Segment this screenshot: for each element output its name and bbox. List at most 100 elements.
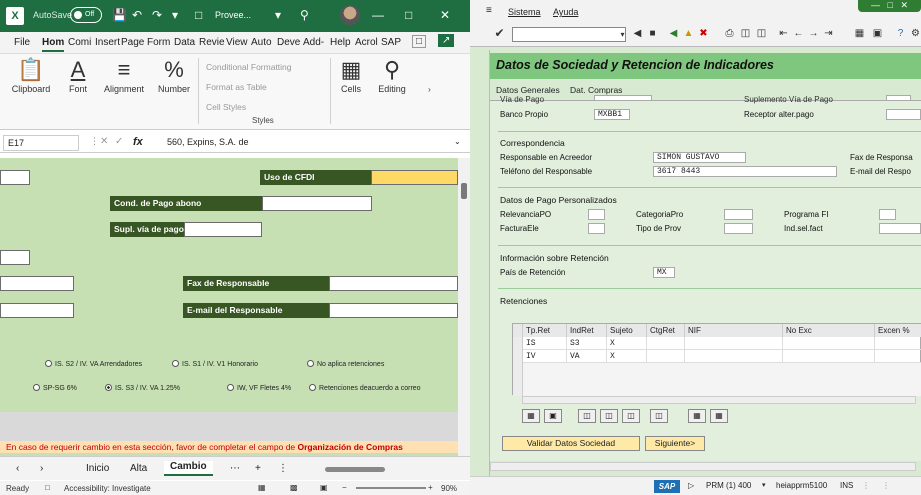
programa-fi-input[interactable] — [879, 209, 896, 220]
col-header[interactable]: Sujeto — [607, 324, 647, 337]
menu-ayuda[interactable]: Ayuda — [553, 7, 578, 17]
table-delete-row-icon[interactable]: ▣ — [544, 409, 562, 423]
table-cell[interactable] — [647, 350, 685, 363]
tipo-prov-input[interactable] — [724, 223, 753, 234]
table-cell[interactable]: S3 — [567, 337, 607, 350]
maximize-icon[interactable]: □ — [405, 8, 412, 22]
format-as-table-button[interactable]: Format as Table — [206, 82, 267, 92]
radio-iw-vf[interactable]: IW, VF Fletes 4% — [227, 384, 291, 392]
receptor-input[interactable] — [886, 109, 921, 120]
sheets-menu-icon[interactable]: ⋮ — [278, 463, 288, 474]
radio-is-s3-iv-va[interactable]: IS. S3 / IV. VA 1.25% — [105, 384, 180, 392]
minimize-icon[interactable]: — — [871, 0, 880, 10]
cell-input[interactable] — [0, 276, 74, 291]
table-copy-icon[interactable]: ◫ — [578, 409, 596, 423]
retenciones-table[interactable]: Tp.Ret IndRet Sujeto CtgRet NIF No Exc E… — [512, 323, 921, 396]
avatar[interactable] — [340, 5, 360, 25]
table-paste-icon[interactable]: ◫ — [600, 409, 618, 423]
zoom-slider[interactable] — [356, 487, 426, 489]
input-mode-status[interactable]: INS — [840, 481, 853, 490]
validar-datos-button[interactable]: Validar Datos Sociedad — [502, 436, 640, 451]
horizontal-scrollbar[interactable] — [325, 467, 385, 472]
relevancia-po-input[interactable] — [588, 209, 605, 220]
col-header[interactable]: Tp.Ret — [523, 324, 567, 337]
resp-acreedor-input[interactable]: SIMON GUSTAVO — [653, 152, 746, 163]
clipboard-group[interactable]: 📋 Clipboard — [8, 56, 54, 94]
page-break-icon[interactable]: ▣ — [320, 483, 328, 492]
tab-add-ins[interactable]: Add- — [303, 37, 324, 48]
save-icon[interactable]: 💾 — [112, 8, 127, 22]
siguiente-button[interactable]: Siguiente> — [645, 436, 705, 451]
sheet-tab-alta[interactable]: Alta — [130, 463, 147, 474]
quick-access-more-icon[interactable]: ▾ — [172, 8, 178, 22]
editing-group[interactable]: ⚲ Editing — [374, 56, 410, 94]
save-icon[interactable]: ■ — [647, 28, 658, 39]
table-horizontal-scrollbar[interactable] — [522, 396, 916, 404]
expand-formula-icon[interactable]: ⌄ — [454, 137, 461, 146]
table-cell[interactable]: IS — [523, 337, 567, 350]
radio-no-aplica[interactable]: No aplica retenciones — [307, 360, 384, 368]
prev-page-icon[interactable]: ← — [793, 28, 804, 39]
table-cell[interactable]: VA — [567, 350, 607, 363]
row-selector-header[interactable] — [513, 324, 523, 337]
chevron-down-icon[interactable]: ▾ — [617, 29, 628, 40]
table-insert-row-icon[interactable]: ▦ — [522, 409, 540, 423]
col-header[interactable]: Excen % — [875, 324, 921, 337]
close-icon[interactable]: ✕ — [900, 0, 908, 10]
name-box[interactable]: E17 — [3, 135, 79, 151]
telefono-input[interactable]: 3617 8443 — [653, 166, 837, 177]
play-icon[interactable]: ▷ — [688, 481, 694, 490]
table-cell[interactable] — [783, 350, 875, 363]
screen-horizontal-scrollbar[interactable] — [490, 462, 916, 471]
tab-automate[interactable]: Auto — [251, 37, 272, 48]
cancel-icon[interactable]: ✕ — [100, 136, 108, 147]
tab-review[interactable]: Revie — [199, 37, 225, 48]
ind-sel-fact-input[interactable] — [879, 223, 921, 234]
insert-function-icon[interactable]: fx — [133, 136, 143, 148]
cond-pago-input[interactable] — [262, 196, 372, 211]
supl-via-pago-input[interactable] — [886, 95, 911, 101]
back-arrow-icon[interactable]: ◀ — [632, 28, 643, 39]
close-icon[interactable]: ✕ — [440, 8, 450, 22]
last-page-icon[interactable]: ⇥ — [823, 28, 834, 39]
table-cell[interactable]: IV — [523, 350, 567, 363]
command-field[interactable] — [512, 27, 626, 42]
tab-developer[interactable]: Deve — [277, 37, 300, 48]
normal-view-icon[interactable]: ▦ — [258, 483, 266, 492]
col-header[interactable]: CtgRet — [647, 324, 685, 337]
first-page-icon[interactable]: ⇤ — [778, 28, 789, 39]
chevron-down-icon[interactable]: ▾ — [275, 8, 281, 22]
minimize-icon[interactable]: — — [372, 8, 384, 22]
table-select-icon[interactable]: ◫ — [622, 409, 640, 423]
ribbon-scroll-right-icon[interactable]: › — [428, 84, 431, 94]
table-cell[interactable] — [685, 350, 783, 363]
number-group[interactable]: % Number — [155, 56, 193, 94]
zoom-level[interactable]: 90% — [441, 484, 457, 493]
table-cell[interactable] — [875, 350, 921, 363]
undo-icon[interactable]: ↶ — [132, 8, 142, 22]
radio-is-s1-iv-v1[interactable]: IS. S1 / IV. V1 Honorario — [172, 360, 258, 368]
tab-data[interactable]: Data — [174, 37, 195, 48]
tab-dat-compras[interactable]: Dat. Compras — [570, 85, 622, 95]
page-layout-icon[interactable]: ▩ — [290, 483, 298, 492]
share-icon[interactable]: ↗ — [438, 34, 455, 47]
col-header[interactable]: NIF — [685, 324, 783, 337]
table-filter-icon[interactable]: ▦ — [710, 409, 728, 423]
tab-page-layout[interactable]: Page — [121, 37, 144, 48]
formula-input[interactable]: 560, Expins, S.A. de — [167, 137, 249, 147]
scroll-thumb[interactable] — [461, 183, 467, 199]
tab-home[interactable]: Hom — [42, 37, 65, 52]
sheet-tab-cambio[interactable]: Cambio — [164, 461, 213, 476]
zoom-in-icon[interactable]: + — [428, 483, 433, 492]
redo-icon[interactable]: ↷ — [152, 8, 162, 22]
table-sort-icon[interactable]: ▦ — [688, 409, 706, 423]
enter-icon[interactable]: ✓ — [115, 136, 123, 147]
table-cell[interactable]: X — [607, 350, 647, 363]
tab-file[interactable]: File — [14, 37, 30, 48]
file-name[interactable]: Provee... — [215, 10, 251, 20]
col-header[interactable]: No Exc — [783, 324, 875, 337]
cell-input[interactable] — [0, 303, 74, 318]
cancel-icon[interactable]: ✖ — [698, 28, 709, 39]
banco-propio-input[interactable]: MXBB1 — [594, 109, 630, 120]
factura-ele-input[interactable] — [588, 223, 605, 234]
